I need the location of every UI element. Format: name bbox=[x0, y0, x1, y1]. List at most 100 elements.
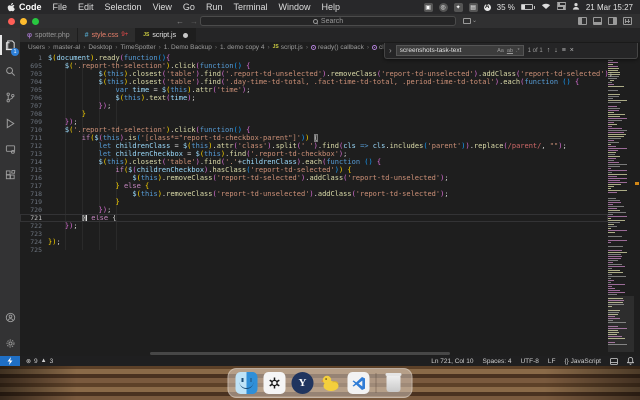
tab-spotter-php[interactable]: φ spotter.php bbox=[20, 28, 78, 42]
code-line-705[interactable]: 705 var time = $(this).attr('time'); bbox=[20, 86, 608, 94]
modified-dot-icon[interactable] bbox=[183, 32, 189, 38]
breadcrumb-item[interactable]: 1. demo copy 4 bbox=[220, 44, 264, 51]
cyberduck-dock-icon[interactable] bbox=[320, 372, 342, 394]
toggle-sidebar-icon[interactable] bbox=[578, 17, 587, 25]
breadcrumb-item[interactable]: Desktop bbox=[88, 44, 112, 51]
nav-back-icon[interactable]: ← bbox=[176, 17, 184, 26]
find-in-selection-icon[interactable]: ≡ bbox=[562, 47, 566, 54]
code-line-708[interactable]: 708} bbox=[20, 110, 608, 118]
vscode-dock-icon[interactable] bbox=[347, 372, 370, 394]
horizontal-scrollbar[interactable] bbox=[150, 352, 450, 355]
code-line-712[interactable]: 712 let childrenClass = $(this).attr('cla… bbox=[20, 142, 608, 150]
code-line-710[interactable]: 710 $('.report-td-selection').click(funct… bbox=[20, 126, 608, 134]
code-line-716[interactable]: 716 $(this).removeClass('report-td-select… bbox=[20, 174, 608, 182]
menu-window[interactable]: Window bbox=[278, 2, 310, 12]
menu-run[interactable]: Run bbox=[206, 2, 223, 12]
code-line-723[interactable]: 723 bbox=[20, 230, 608, 238]
regex-toggle[interactable]: .* bbox=[516, 48, 520, 54]
code-line-717[interactable]: 717} else { bbox=[20, 182, 608, 190]
breadcrumb-item[interactable]: JS script.js bbox=[273, 44, 303, 51]
minimize-window-button[interactable] bbox=[20, 17, 27, 25]
code-line-711[interactable]: 711 if($(this).is('[class*="report-td-che… bbox=[20, 134, 608, 142]
toggle-replace-chevron-icon[interactable]: › bbox=[389, 46, 392, 55]
nav-forward-icon[interactable]: → bbox=[190, 17, 198, 26]
menubar-app-icon-4[interactable]: ▤ bbox=[468, 2, 478, 12]
toggle-secondary-sidebar-icon[interactable] bbox=[608, 17, 617, 25]
code-line-704[interactable]: 704 $(this).closest('table').find('.day-t… bbox=[20, 78, 608, 86]
menubar-app-icon-1[interactable]: ▣ bbox=[423, 2, 433, 12]
remote-indicator[interactable] bbox=[0, 356, 20, 366]
close-window-button[interactable] bbox=[8, 17, 15, 25]
code-editor[interactable]: 1 $(document).ready(function(){695 $('.rep… bbox=[20, 52, 640, 356]
remote-explorer-icon[interactable] bbox=[0, 136, 20, 162]
apple-menu-icon[interactable] bbox=[7, 2, 15, 12]
code-line-725[interactable]: 725 bbox=[20, 246, 608, 254]
code-line-695[interactable]: 695 $('.report-th-selection').click(funct… bbox=[20, 62, 608, 70]
find-input[interactable]: screenshots-task-text Aa ab .* bbox=[395, 45, 524, 56]
chatgpt-dock-icon[interactable] bbox=[263, 372, 286, 394]
breadcrumb-item[interactable]: ready() callback bbox=[310, 44, 364, 51]
notifications-bell-icon[interactable] bbox=[627, 357, 634, 365]
match-case-toggle[interactable]: Aa bbox=[497, 48, 504, 54]
breadcrumb-item[interactable]: Users bbox=[28, 44, 45, 51]
user-switch-icon[interactable] bbox=[572, 2, 580, 12]
breadcrumb-item[interactable]: master-al bbox=[53, 44, 80, 51]
ports-icon[interactable] bbox=[610, 357, 618, 365]
menubar-app-icon-3[interactable]: ✦ bbox=[453, 2, 463, 12]
control-center-icon[interactable] bbox=[556, 2, 567, 12]
code-line-722[interactable]: 722}); bbox=[20, 222, 608, 230]
code-line-718[interactable]: 718 $(this).removeClass('report-td-unsele… bbox=[20, 190, 608, 198]
code-line-713[interactable]: 713 let childrenCheckbox = $(this).find('… bbox=[20, 150, 608, 158]
code-line-719[interactable]: 719} bbox=[20, 198, 608, 206]
input-source-icon[interactable]: A bbox=[483, 3, 491, 11]
accounts-icon[interactable] bbox=[0, 304, 20, 330]
code-line-707[interactable]: 707}); bbox=[20, 102, 608, 110]
extensions-icon[interactable] bbox=[0, 162, 20, 188]
code-line-720[interactable]: 720}); bbox=[20, 206, 608, 214]
menu-file[interactable]: File bbox=[53, 2, 68, 12]
menu-terminal[interactable]: Terminal bbox=[233, 2, 267, 12]
code-line-724[interactable]: 724}); bbox=[20, 238, 608, 246]
source-control-icon[interactable] bbox=[0, 84, 20, 110]
explorer-icon[interactable]: 1 bbox=[0, 32, 20, 58]
code-line-714[interactable]: 714 $(this).closest('table').find('.'+chi… bbox=[20, 158, 608, 166]
trash-dock-icon[interactable] bbox=[383, 372, 405, 394]
finder-dock-icon[interactable] bbox=[235, 372, 258, 394]
tab-script-js[interactable]: JS script.js bbox=[136, 28, 197, 42]
settings-gear-icon[interactable] bbox=[0, 330, 20, 356]
customize-layout-icon[interactable] bbox=[623, 17, 632, 25]
command-center-search[interactable]: Search bbox=[200, 16, 456, 26]
problems-indicator[interactable]: ⊗ 9 ▲ 3 bbox=[26, 358, 53, 365]
code-line-706[interactable]: 706 $(this).text(time); bbox=[20, 94, 608, 102]
tab-style-css[interactable]: # style.css 9+ bbox=[77, 28, 137, 42]
find-previous-icon[interactable]: ↑ bbox=[547, 47, 551, 54]
close-find-icon[interactable]: × bbox=[570, 47, 574, 54]
wifi-icon[interactable] bbox=[541, 2, 551, 12]
menu-selection[interactable]: Selection bbox=[105, 2, 142, 12]
menubar-app-icon-2[interactable]: ◎ bbox=[438, 2, 448, 12]
code-line-721[interactable]: 721} else { bbox=[20, 214, 608, 222]
indentation[interactable]: Spaces: 4 bbox=[483, 358, 512, 365]
breadcrumb-item[interactable]: TimeSpotter bbox=[120, 44, 155, 51]
battery-icon[interactable] bbox=[520, 4, 535, 10]
menu-help[interactable]: Help bbox=[321, 2, 340, 12]
menu-code[interactable]: Code bbox=[19, 2, 42, 12]
code-line-709[interactable]: 709}); bbox=[20, 118, 608, 126]
menu-view[interactable]: View bbox=[153, 2, 172, 12]
display-dropdown-icon[interactable]: ⌄ bbox=[463, 17, 477, 24]
cursor-position[interactable]: Ln 721, Col 10 bbox=[431, 358, 473, 365]
minimap-slider[interactable] bbox=[608, 296, 634, 352]
zoom-window-button[interactable] bbox=[32, 17, 39, 25]
run-debug-icon[interactable] bbox=[0, 110, 20, 136]
encoding[interactable]: UTF-8 bbox=[520, 358, 538, 365]
whole-word-toggle[interactable]: ab bbox=[507, 48, 513, 54]
breadcrumb-item[interactable]: 1. Demo Backup bbox=[164, 44, 212, 51]
eol-sequence[interactable]: LF bbox=[548, 358, 556, 365]
toggle-panel-icon[interactable] bbox=[593, 17, 602, 25]
code-line-703[interactable]: 703 $(this).closest('table').find('.repor… bbox=[20, 70, 613, 78]
menubar-clock[interactable]: 21 Mar 15:27 bbox=[586, 3, 633, 12]
menu-go[interactable]: Go bbox=[183, 2, 195, 12]
find-next-icon[interactable]: ↓ bbox=[554, 47, 558, 54]
code-line-715[interactable]: 715 if($(childrenCheckbox).hasClass('repo… bbox=[20, 166, 608, 174]
yandex-browser-dock-icon[interactable]: Y bbox=[291, 372, 314, 394]
